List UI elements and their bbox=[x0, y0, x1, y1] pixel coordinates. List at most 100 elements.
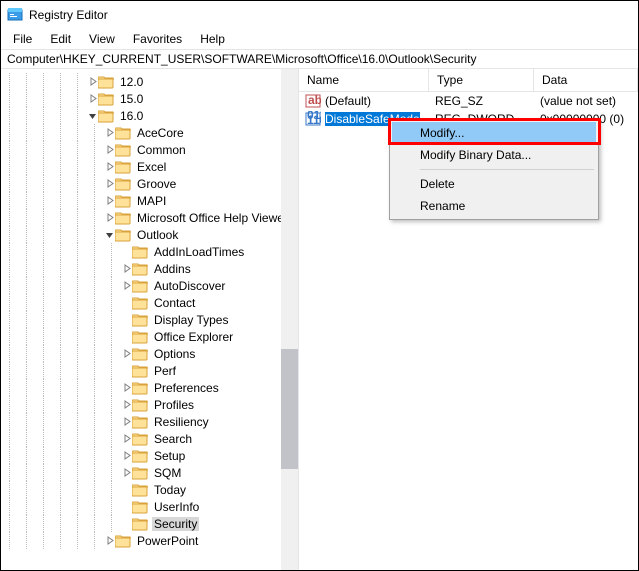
expand-expand-icon[interactable] bbox=[86, 76, 98, 88]
tree-item-label: Contact bbox=[152, 296, 197, 310]
menu-help[interactable]: Help bbox=[192, 30, 233, 48]
tree-item[interactable]: Microsoft Office Help Viewer bbox=[1, 209, 298, 226]
tree-item[interactable]: Today bbox=[1, 481, 298, 498]
ctx-modify-binary[interactable]: Modify Binary Data... bbox=[392, 144, 596, 166]
expand-expand-icon[interactable] bbox=[86, 93, 98, 105]
tree-item[interactable]: Perf bbox=[1, 362, 298, 379]
tree-item-label: AutoDiscover bbox=[152, 279, 227, 293]
tree-item[interactable]: Excel bbox=[1, 158, 298, 175]
expand-expand-icon[interactable] bbox=[103, 144, 115, 156]
expand-collapse-icon[interactable] bbox=[103, 229, 115, 241]
tree-item-label: Addins bbox=[152, 262, 193, 276]
tree-item[interactable]: PowerPoint bbox=[1, 532, 298, 549]
tree-item[interactable]: Addins bbox=[1, 260, 298, 277]
tree-item-label: Perf bbox=[152, 364, 178, 378]
expand-expand-icon[interactable] bbox=[120, 416, 132, 428]
tree-item[interactable]: 16.0 bbox=[1, 107, 298, 124]
tree-item-label: Display Types bbox=[152, 313, 230, 327]
expand-expand-icon[interactable] bbox=[120, 450, 132, 462]
tree-pane[interactable]: 12.0 15.016.0AceCoreCommon Excel Groove MAPI… bbox=[1, 69, 299, 570]
menu-view[interactable]: View bbox=[81, 30, 123, 48]
tree-item[interactable]: Options bbox=[1, 345, 298, 362]
menu-edit[interactable]: Edit bbox=[42, 30, 79, 48]
tree-item[interactable]: Office Explorer bbox=[1, 328, 298, 345]
menu-favorites[interactable]: Favorites bbox=[125, 30, 190, 48]
expand-expand-icon[interactable] bbox=[120, 433, 132, 445]
ctx-delete[interactable]: Delete bbox=[392, 173, 596, 195]
tree-item-label: Profiles bbox=[152, 398, 196, 412]
tree-item[interactable]: Setup bbox=[1, 447, 298, 464]
address-path: Computer\HKEY_CURRENT_USER\SOFTWARE\Micr… bbox=[7, 52, 476, 66]
folder-icon bbox=[98, 75, 114, 89]
ctx-modify[interactable]: Modify... bbox=[392, 122, 596, 144]
expand-expand-icon[interactable] bbox=[103, 127, 115, 139]
tree-item-label: AddInLoadTimes bbox=[152, 245, 246, 259]
tree-item[interactable]: MAPI bbox=[1, 192, 298, 209]
tree-item[interactable]: SQM bbox=[1, 464, 298, 481]
folder-icon bbox=[115, 160, 131, 174]
tree-item[interactable]: UserInfo bbox=[1, 498, 298, 515]
folder-icon bbox=[98, 109, 114, 123]
tree-item-label: Groove bbox=[135, 177, 178, 191]
tree-item-label: Today bbox=[152, 483, 188, 497]
expand-expand-icon bbox=[120, 501, 132, 513]
expand-expand-icon[interactable] bbox=[103, 195, 115, 207]
tree-item[interactable]: Outlook bbox=[1, 226, 298, 243]
scrollbar-thumb[interactable] bbox=[281, 349, 298, 469]
header-type[interactable]: Type bbox=[429, 69, 534, 91]
list-pane[interactable]: Name Type Data ab(Default)REG_SZ(value n… bbox=[299, 69, 638, 570]
expand-expand-icon[interactable] bbox=[103, 178, 115, 190]
expand-collapse-icon[interactable] bbox=[86, 110, 98, 122]
expand-expand-icon[interactable] bbox=[120, 399, 132, 411]
tree-item[interactable]: Resiliency bbox=[1, 413, 298, 430]
tree-item-label: 15.0 bbox=[118, 92, 145, 106]
tree-item[interactable]: 12.0 bbox=[1, 73, 298, 90]
expand-expand-icon[interactable] bbox=[120, 467, 132, 479]
tree-item[interactable]: AddInLoadTimes bbox=[1, 243, 298, 260]
expand-expand-icon[interactable] bbox=[103, 535, 115, 547]
tree-item[interactable]: Preferences bbox=[1, 379, 298, 396]
folder-icon bbox=[132, 517, 148, 531]
tree-item-label: Microsoft Office Help Viewer bbox=[135, 211, 290, 225]
tree-item-label: UserInfo bbox=[152, 500, 201, 514]
menu-bar: File Edit View Favorites Help bbox=[1, 29, 638, 49]
tree-item[interactable]: AceCore bbox=[1, 124, 298, 141]
tree-item[interactable]: Security bbox=[1, 515, 298, 532]
string-value-icon: ab bbox=[305, 93, 321, 109]
svg-text:ab: ab bbox=[308, 93, 321, 107]
tree-item[interactable]: Display Types bbox=[1, 311, 298, 328]
header-data[interactable]: Data bbox=[534, 69, 638, 91]
tree-scrollbar[interactable] bbox=[281, 69, 298, 570]
folder-icon bbox=[132, 330, 148, 344]
tree-item-label: MAPI bbox=[135, 194, 168, 208]
address-bar[interactable]: Computer\HKEY_CURRENT_USER\SOFTWARE\Micr… bbox=[1, 49, 638, 69]
expand-expand-icon[interactable] bbox=[120, 263, 132, 275]
expand-expand-icon[interactable] bbox=[120, 348, 132, 360]
tree-item[interactable]: Profiles bbox=[1, 396, 298, 413]
folder-icon bbox=[115, 211, 131, 225]
tree-item-label: Excel bbox=[135, 160, 168, 174]
tree-item-label: SQM bbox=[152, 466, 183, 480]
header-name[interactable]: Name bbox=[299, 69, 429, 91]
tree-item[interactable]: Search bbox=[1, 430, 298, 447]
ctx-rename[interactable]: Rename bbox=[392, 195, 596, 217]
folder-icon bbox=[132, 398, 148, 412]
expand-expand-icon[interactable] bbox=[120, 280, 132, 292]
folder-icon bbox=[115, 126, 131, 140]
svg-text:110: 110 bbox=[307, 113, 321, 127]
value-row[interactable]: ab(Default)REG_SZ(value not set) bbox=[299, 92, 638, 110]
expand-expand-icon bbox=[120, 518, 132, 530]
folder-icon bbox=[132, 262, 148, 276]
tree-item[interactable]: Common bbox=[1, 141, 298, 158]
folder-icon bbox=[98, 92, 114, 106]
tree-item[interactable]: AutoDiscover bbox=[1, 277, 298, 294]
expand-expand-icon[interactable] bbox=[120, 382, 132, 394]
folder-icon bbox=[115, 143, 131, 157]
tree-item[interactable]: Contact bbox=[1, 294, 298, 311]
tree-item[interactable]: Groove bbox=[1, 175, 298, 192]
tree-item-label: Security bbox=[152, 517, 199, 531]
expand-expand-icon[interactable] bbox=[103, 212, 115, 224]
tree-item[interactable]: 15.0 bbox=[1, 90, 298, 107]
expand-expand-icon[interactable] bbox=[103, 161, 115, 173]
menu-file[interactable]: File bbox=[5, 30, 40, 48]
